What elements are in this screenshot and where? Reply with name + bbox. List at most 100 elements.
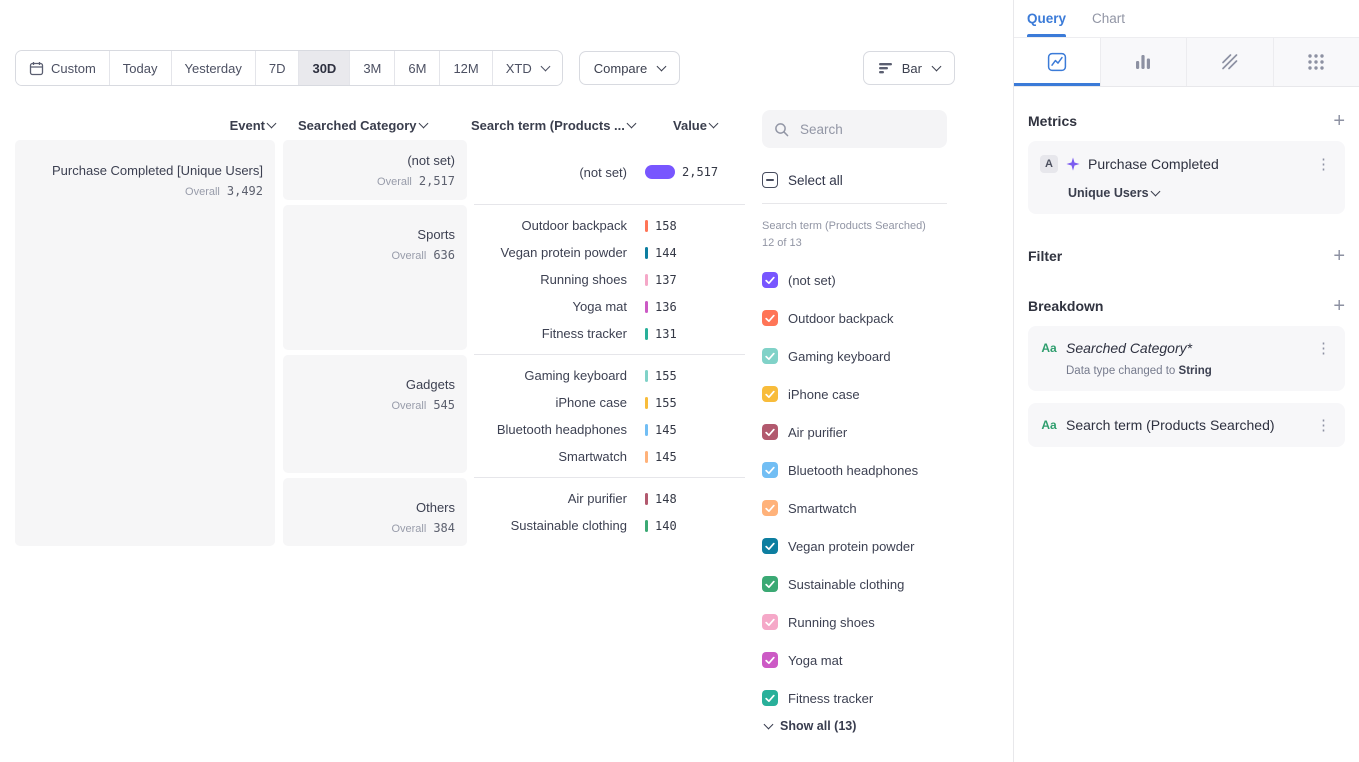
- checkbox-checked[interactable]: [762, 386, 778, 402]
- search-box[interactable]: [762, 110, 947, 148]
- add-metric-button[interactable]: +: [1333, 113, 1345, 129]
- compare-button[interactable]: Compare: [579, 51, 680, 85]
- date-button-xtd[interactable]: XTD: [493, 51, 562, 85]
- table-row[interactable]: Yoga mat136: [474, 293, 745, 320]
- filter-item[interactable]: Sustainable clothing: [762, 565, 947, 603]
- value-number: 148: [655, 492, 677, 506]
- tab-query[interactable]: Query: [1027, 0, 1066, 37]
- search-input[interactable]: [798, 121, 935, 138]
- date-button-12m[interactable]: 12M: [440, 51, 492, 85]
- filter-item[interactable]: iPhone case: [762, 375, 947, 413]
- filter-item[interactable]: Gaming keyboard: [762, 337, 947, 375]
- checkbox-checked[interactable]: [762, 500, 778, 516]
- category-cell[interactable]: OthersOverall384: [283, 478, 467, 546]
- category-cell[interactable]: SportsOverall636: [283, 205, 467, 350]
- table-row[interactable]: Sustainable clothing140: [474, 512, 745, 539]
- date-button-6m[interactable]: 6M: [395, 51, 440, 85]
- date-button-3m[interactable]: 3M: [350, 51, 395, 85]
- stacked-chart-icon[interactable]: [1187, 38, 1274, 86]
- category-cell[interactable]: (not set)Overall2,517: [283, 140, 467, 200]
- breakdown-name: Search term (Products Searched): [1066, 417, 1275, 433]
- select-all-toggle[interactable]: Select all: [762, 172, 947, 188]
- checkbox-checked[interactable]: [762, 576, 778, 592]
- breakdown-card-searched-category[interactable]: Aa Searched Category* ⋮ Data type change…: [1028, 326, 1345, 391]
- value-bar: [645, 274, 648, 286]
- metric-card[interactable]: A Purchase Completed ⋮ Unique Users: [1028, 141, 1345, 214]
- filter-item[interactable]: Fitness tracker: [762, 679, 947, 717]
- checkbox-checked[interactable]: [762, 538, 778, 554]
- date-button-label: 6M: [408, 61, 426, 76]
- date-button-label: 3M: [363, 61, 381, 76]
- date-button-yesterday[interactable]: Yesterday: [172, 51, 256, 85]
- table-group: (not set)Overall2,517 (not set)2,517: [283, 140, 745, 205]
- filter-item[interactable]: Outdoor backpack: [762, 299, 947, 337]
- chart-type-dropdown[interactable]: Bar: [863, 51, 955, 85]
- value-bar: [645, 328, 648, 340]
- checkbox-checked[interactable]: [762, 462, 778, 478]
- filter-item[interactable]: Running shoes: [762, 603, 947, 641]
- bar-chart-sort-icon: [878, 61, 894, 75]
- kebab-menu-icon[interactable]: ⋮: [1314, 418, 1333, 433]
- checkbox-checked[interactable]: [762, 652, 778, 668]
- table-row[interactable]: Air purifier148: [474, 485, 745, 512]
- filter-item-label: Outdoor backpack: [788, 311, 894, 326]
- metrics-grid-icon[interactable]: [1274, 38, 1359, 86]
- checkbox-checked[interactable]: [762, 690, 778, 706]
- event-cell[interactable]: Purchase Completed [Unique Users] Overal…: [15, 140, 275, 546]
- line-chart-icon[interactable]: [1014, 38, 1101, 86]
- breakdown-card-search-term[interactable]: Aa Search term (Products Searched) ⋮: [1028, 403, 1345, 447]
- sidebar-body: Metrics + A Purchase Completed ⋮ Unique …: [1014, 113, 1359, 447]
- filter-item[interactable]: Air purifier: [762, 413, 947, 451]
- table-row[interactable]: (not set)2,517: [474, 159, 745, 186]
- bar-chart-icon[interactable]: [1101, 38, 1188, 86]
- metrics-header: Metrics +: [1028, 113, 1345, 129]
- checkbox-checked[interactable]: [762, 348, 778, 364]
- table-row[interactable]: Vegan protein powder144: [474, 239, 745, 266]
- category-overall: Overall636: [295, 248, 455, 262]
- checkbox-checked[interactable]: [762, 310, 778, 326]
- date-button-7d[interactable]: 7D: [256, 51, 300, 85]
- kebab-menu-icon[interactable]: ⋮: [1314, 157, 1333, 172]
- measure-dropdown[interactable]: Unique Users: [1068, 186, 1159, 200]
- value-cell: 145: [635, 423, 745, 437]
- value-cell: 144: [635, 246, 745, 260]
- add-filter-button[interactable]: +: [1333, 248, 1345, 264]
- filter-item[interactable]: Bluetooth headphones: [762, 451, 947, 489]
- date-button-30d[interactable]: 30D: [299, 51, 350, 85]
- date-button-label: XTD: [506, 61, 532, 76]
- table-row[interactable]: Smartwatch145: [474, 443, 745, 470]
- category-cell[interactable]: GadgetsOverall545: [283, 355, 467, 473]
- value-bar: [645, 520, 648, 532]
- table-row[interactable]: Outdoor backpack158: [474, 212, 745, 239]
- checkbox-checked[interactable]: [762, 272, 778, 288]
- filter-item[interactable]: (not set): [762, 261, 947, 299]
- checkbox-checked[interactable]: [762, 424, 778, 440]
- category-overall: Overall545: [295, 398, 455, 412]
- filter-item[interactable]: Vegan protein powder: [762, 527, 947, 565]
- table-row[interactable]: Gaming keyboard155: [474, 362, 745, 389]
- kebab-menu-icon[interactable]: ⋮: [1314, 341, 1333, 356]
- tab-chart[interactable]: Chart: [1092, 0, 1125, 37]
- category-name: (not set): [295, 152, 455, 170]
- filter-item[interactable]: Yoga mat: [762, 641, 947, 679]
- column-header-category[interactable]: Searched Category: [289, 118, 458, 133]
- table-row[interactable]: Bluetooth headphones145: [474, 416, 745, 443]
- filter-item[interactable]: Smartwatch: [762, 489, 947, 527]
- column-header-search-term[interactable]: Search term (Products ...: [465, 118, 645, 133]
- table-row[interactable]: iPhone case155: [474, 389, 745, 416]
- column-header-value[interactable]: Value: [645, 118, 745, 133]
- string-property-icon: Aa: [1040, 418, 1058, 432]
- filter-item-label: Sustainable clothing: [788, 577, 904, 592]
- checkbox-indeterminate[interactable]: [762, 172, 778, 188]
- show-all-button[interactable]: Show all (13): [762, 719, 947, 733]
- table-row[interactable]: Fitness tracker131: [474, 320, 745, 347]
- date-button-today[interactable]: Today: [110, 51, 172, 85]
- add-breakdown-button[interactable]: +: [1333, 298, 1345, 314]
- column-header-event[interactable]: Event: [15, 118, 281, 133]
- date-button-label: Yesterday: [185, 61, 242, 76]
- table-row[interactable]: Running shoes137: [474, 266, 745, 293]
- value-bar: [645, 451, 648, 463]
- search-term: Yoga mat: [474, 299, 635, 314]
- date-button-custom[interactable]: Custom: [16, 51, 110, 85]
- checkbox-checked[interactable]: [762, 614, 778, 630]
